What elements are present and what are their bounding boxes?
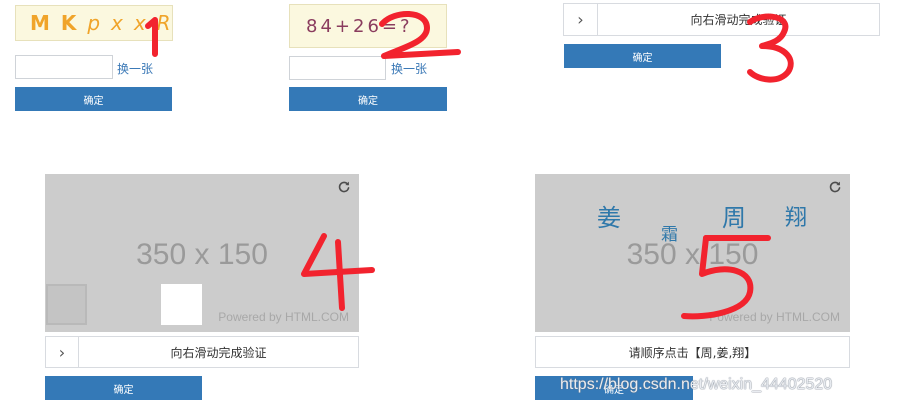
captcha-image: M K p x x R <box>15 5 173 41</box>
slider-label: 向右滑动完成验证 <box>690 13 787 27</box>
captcha-char: R <box>156 11 173 35</box>
puzzle-gap <box>46 284 87 325</box>
refresh-icon[interactable] <box>828 180 842 194</box>
slider-track[interactable]: › 向右滑动完成验证 <box>563 3 880 36</box>
captcha-char: p <box>87 11 103 35</box>
math-captcha-text: 84+26=? <box>306 15 413 37</box>
click-captcha-image[interactable]: 350 x 150 姜 霜 周 翔 Powered by HTML.COM <box>535 174 850 332</box>
math-captcha-image: 84+26=? <box>289 4 447 48</box>
confirm-button[interactable]: 确定 <box>564 44 721 68</box>
captcha-text: M K p x x R <box>16 11 173 35</box>
captcha-char: x <box>111 11 125 35</box>
confirm-button[interactable]: 确定 <box>289 87 447 111</box>
captcha-char: x <box>133 11 148 35</box>
captcha-char: K <box>60 11 79 35</box>
slider-handle[interactable]: › <box>46 337 79 367</box>
chevron-right-icon: › <box>577 10 584 29</box>
click-target-char[interactable]: 周 <box>722 198 746 233</box>
click-target-char[interactable]: 姜 <box>597 198 621 233</box>
click-instruction: 请顺序点击【周,姜,翔】 <box>628 345 757 360</box>
slider-handle[interactable]: › <box>564 4 598 35</box>
chevron-right-icon: › <box>58 342 66 362</box>
slider-label: 向右滑动完成验证 <box>170 345 267 360</box>
captcha-input[interactable] <box>15 55 113 79</box>
image-placeholder-text: 350 x 150 <box>626 238 759 271</box>
powered-by-text: Powered by HTML.COM <box>709 310 840 324</box>
confirm-button[interactable]: 确定 <box>45 376 202 400</box>
confirm-button[interactable]: 确定 <box>15 87 172 111</box>
click-target-char[interactable]: 霜 <box>661 220 678 245</box>
slider-track[interactable]: › 向右滑动完成验证 <box>45 336 359 368</box>
refresh-icon[interactable] <box>337 180 351 194</box>
instruction-bar: 请顺序点击【周,姜,翔】 <box>535 336 850 368</box>
captcha-input[interactable] <box>289 56 386 80</box>
powered-by-text: Powered by HTML.COM <box>218 310 349 324</box>
image-placeholder-text: 350 x 150 <box>136 238 268 271</box>
puzzle-image: 350 x 150 Powered by HTML.COM <box>45 174 359 332</box>
refresh-captcha-link[interactable]: 换一张 <box>117 60 153 77</box>
captcha-char: M <box>30 11 52 35</box>
watermark-text: https://blog.csdn.net/weixin_44402520 <box>560 376 833 393</box>
puzzle-piece[interactable] <box>161 284 202 325</box>
refresh-captcha-link[interactable]: 换一张 <box>391 60 427 77</box>
click-target-char[interactable]: 翔 <box>785 200 807 232</box>
